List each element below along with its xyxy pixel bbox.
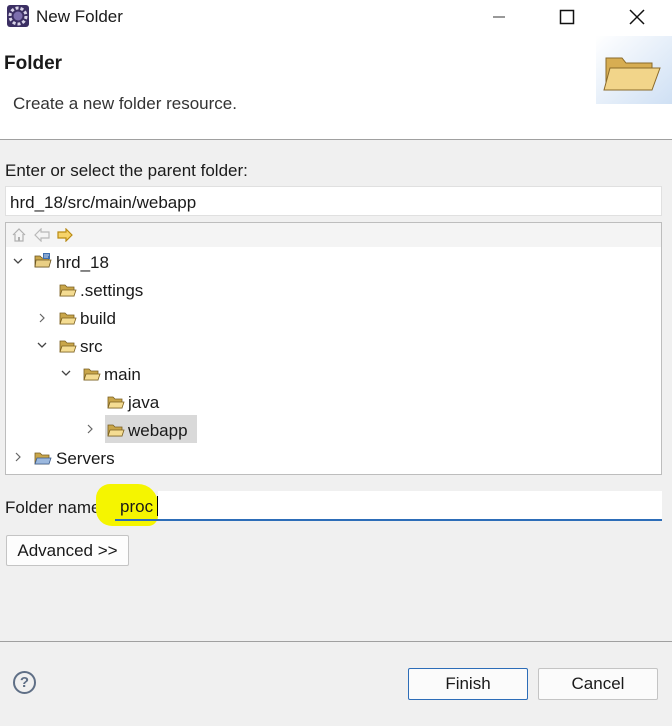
tree-node-main[interactable]: main	[104, 365, 141, 385]
folder-name-label: Folder name:	[5, 498, 106, 517]
close-button[interactable]	[614, 0, 660, 34]
folder-icon	[34, 450, 52, 466]
home-icon[interactable]	[11, 227, 27, 243]
expand-toggle[interactable]	[36, 312, 48, 324]
expand-toggle[interactable]	[84, 423, 96, 435]
tree-node-java[interactable]: java	[128, 393, 159, 413]
tree-node-settings[interactable]: .settings	[80, 281, 143, 301]
expand-toggle[interactable]	[36, 339, 48, 351]
folder-icon	[107, 394, 125, 410]
cancel-button[interactable]: Cancel	[538, 668, 658, 700]
tree-toolbar	[6, 223, 661, 247]
help-icon[interactable]: ?	[13, 671, 36, 694]
back-arrow-icon[interactable]	[34, 227, 50, 243]
advanced-button[interactable]: Advanced >>	[6, 535, 129, 566]
parent-folder-input[interactable]: hrd_18/src/main/webapp	[5, 186, 662, 216]
folder-icon	[59, 310, 77, 326]
folder-icon	[59, 282, 77, 298]
open-folder-icon	[596, 36, 672, 104]
title-bar: New Folder	[0, 0, 672, 36]
tree-node-hrd-18[interactable]: hrd_18	[56, 253, 109, 273]
tree-node-src[interactable]: src	[80, 337, 103, 357]
expand-toggle[interactable]	[60, 367, 72, 379]
maximize-button[interactable]	[544, 0, 590, 34]
expand-toggle[interactable]	[12, 451, 24, 463]
forward-arrow-icon[interactable]	[57, 227, 73, 243]
folder-tree[interactable]: hrd_18 .settings build src main java web…	[5, 222, 662, 475]
footer-divider	[0, 641, 672, 642]
eclipse-gear-icon	[6, 4, 30, 28]
wizard-header: Folder Create a new folder resource.	[0, 36, 672, 140]
wizard-description: Create a new folder resource.	[13, 94, 237, 113]
folder-name-input[interactable]: proc	[120, 497, 153, 517]
tree-node-build[interactable]: build	[80, 309, 116, 329]
finish-button[interactable]: Finish	[408, 668, 528, 700]
folder-name-field-bg	[158, 491, 662, 521]
window-title: New Folder	[36, 7, 123, 26]
project-icon	[34, 253, 52, 269]
expand-toggle[interactable]	[12, 255, 24, 267]
tree-node-webapp[interactable]: webapp	[128, 421, 188, 441]
folder-icon	[59, 338, 77, 354]
text-caret	[157, 496, 158, 516]
input-focus-underline	[115, 519, 662, 521]
parent-folder-label: Enter or select the parent folder:	[5, 161, 248, 180]
folder-icon	[83, 366, 101, 382]
wizard-title: Folder	[4, 53, 63, 74]
minimize-button[interactable]	[476, 0, 522, 34]
folder-icon	[107, 422, 125, 438]
tree-node-servers[interactable]: Servers	[56, 449, 115, 469]
